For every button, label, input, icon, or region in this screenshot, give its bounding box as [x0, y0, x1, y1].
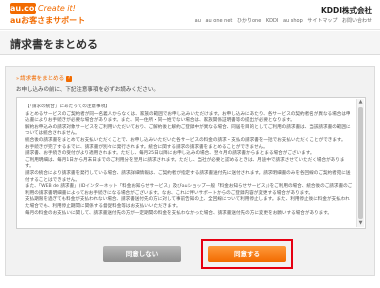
chevron-right-icon: »: [16, 76, 20, 82]
decline-button[interactable]: 同意しない: [103, 246, 181, 262]
terms-paragraph: 毎月の料金のお支払いに関して、請求書送付先の方が一定期間の料金を支払わなかった場…: [25, 210, 332, 216]
terms-paragraph: また、「WEB de 請求書」(IDインターネット「料金お知らせサービス」及びa…: [25, 184, 353, 196]
brand-tagline: Create it!: [38, 4, 76, 13]
terms-paragraph: まとめるサービスのご契約者が同一名義人からなくは、家族の範囲でお申し込みいただけ…: [25, 111, 351, 124]
terms-box[interactable]: 【「請求の統合」にあたっての注意事項】 まとめるサービスのご契約者が同一名義人か…: [16, 97, 366, 229]
terms-paragraph: 請求書、お手続きの受付がより適用されます。ただし、毎月25日以降にお申し込みの場…: [25, 151, 315, 157]
terms-text: 【「請求の統合」にあたっての注意事項】 まとめるサービスのご契約者が同一名義人か…: [25, 104, 353, 224]
terms-scrollbar[interactable]: ▲ ▼: [356, 99, 364, 227]
section-label[interactable]: »請求書をまとめる?: [16, 74, 73, 82]
terms-paragraph: 支払期限を過ぎても料金が支払われない場合、請求書送付先の方に対して事前告知の上、…: [25, 197, 350, 209]
terms-paragraph: 統合後の請求書をまとめてお支払いただくことで、お申し込みいただいた各サービスの料…: [25, 137, 346, 143]
brand-subtitle: auお客さまサポート: [10, 16, 86, 25]
page-title: 請求書をまとめる: [10, 38, 98, 51]
scroll-thumb[interactable]: [358, 107, 363, 219]
agree-button[interactable]: 同意する: [208, 246, 286, 262]
terms-paragraph: ご利用明細は、毎月1日から月末日までのご利用分を翌月に請求されます。ただし、当社…: [25, 157, 345, 170]
nav-link-au-one-net[interactable]: au one net: [205, 18, 232, 24]
section-label-text: 請求書をまとめる: [20, 76, 65, 82]
help-icon[interactable]: ?: [66, 75, 73, 82]
corp-name: KDDI株式会社: [320, 6, 372, 15]
nav-link-contact[interactable]: お問い合わせ: [342, 18, 372, 24]
scroll-up-arrow-icon[interactable]: ▲: [357, 99, 364, 106]
scroll-down-arrow-icon[interactable]: ▼: [357, 220, 364, 227]
title-bar: 請求書をまとめる: [0, 31, 380, 55]
terms-heading: 【「請求の統合」にあたっての注意事項】: [25, 104, 110, 109]
terms-paragraph: 請求の統合により請求書を発行している場合、請求詳細情報は、ご契約者が指定する請求…: [25, 170, 351, 183]
nav-link-hikari-one[interactable]: ひかりone: [237, 18, 261, 24]
au-logo[interactable]: au.com Create it! auお客さまサポート: [10, 3, 85, 29]
terms-paragraph: 解約お申込みの請求対象サービスをご利用いただいており、ご解約後と解約ご登録中が異…: [25, 124, 351, 137]
nav-link-kddi[interactable]: KDDI: [266, 18, 278, 24]
intro-text: お申し込みの前に、下記注意事項を必ずお読みください。: [16, 87, 159, 93]
global-nav: au au one net ひかりone KDDI au shop サイトマップ…: [192, 17, 372, 24]
nav-link-au[interactable]: au: [195, 18, 201, 24]
nav-link-sitemap[interactable]: サイトマップ: [307, 18, 337, 24]
site-header: au.com Create it! auお客さまサポート KDDI株式会社 au…: [0, 0, 380, 30]
content-panel: »請求書をまとめる? お申し込みの前に、下記注意事項を必ずお読みください。 【「…: [5, 66, 375, 276]
au-brand-badge: au.com: [10, 3, 43, 14]
nav-link-au-shop[interactable]: au shop: [283, 18, 303, 24]
